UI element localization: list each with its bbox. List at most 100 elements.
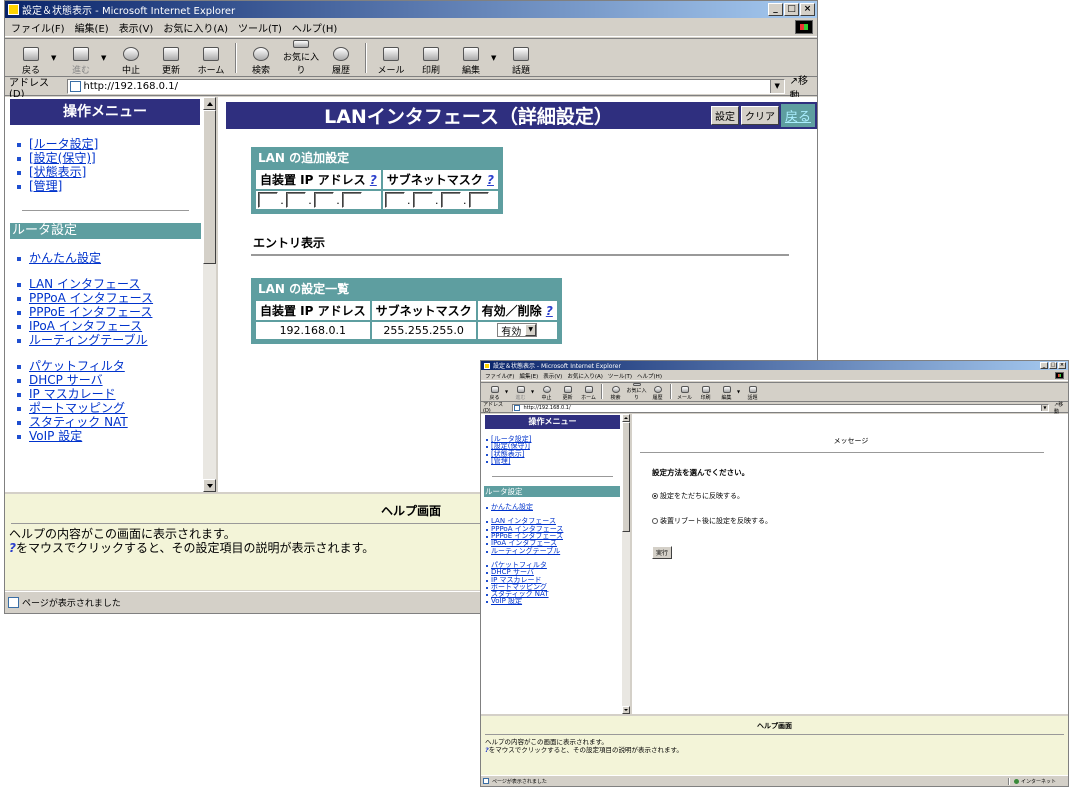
- edit-dropdown-icon[interactable]: ▼: [491, 54, 501, 62]
- menu-scrollbar[interactable]: [622, 414, 630, 714]
- link-router-settings[interactable]: [ルータ設定]: [29, 137, 98, 151]
- help-icon[interactable]: ?: [370, 173, 377, 187]
- home-icon: [203, 47, 219, 61]
- scroll-up-icon[interactable]: [622, 414, 630, 422]
- option-apply-after-reboot[interactable]: 装置リブート後に設定を反映する。: [652, 516, 772, 526]
- address-input[interactable]: http://192.168.0.1/ ▼: [512, 403, 1049, 412]
- menu-view[interactable]: 表示(V): [119, 20, 154, 35]
- scroll-down-icon[interactable]: [203, 479, 216, 492]
- menu-frame: 操作メニュー [ルータ設定] [設定(保守)] [状態表示] [管理] ルータ設…: [481, 414, 632, 714]
- menu-file[interactable]: ファイル(F): [11, 20, 65, 35]
- mail-button[interactable]: メール: [371, 40, 411, 76]
- close-button[interactable]: ×: [1058, 362, 1066, 369]
- ip-octet-2-field[interactable]: [286, 192, 306, 208]
- help-icon[interactable]: ?: [487, 173, 494, 187]
- link-voip[interactable]: VoIP 設定: [491, 597, 522, 605]
- link-ip-masquerade[interactable]: IP マスカレード: [29, 387, 116, 401]
- print-button[interactable]: 印刷: [695, 383, 716, 401]
- maximize-button[interactable]: □: [1049, 362, 1057, 369]
- menu-file[interactable]: ファイル(F): [485, 372, 514, 380]
- forward-button[interactable]: 進む: [61, 40, 101, 76]
- favorites-button[interactable]: お気に入り: [281, 40, 321, 76]
- menu-edit[interactable]: 編集(E): [75, 20, 109, 35]
- favorites-button[interactable]: お気に入り: [626, 383, 647, 401]
- link-ipoa-interface[interactable]: IPoA インタフェース: [29, 319, 142, 333]
- stop-button[interactable]: 中止: [111, 40, 151, 76]
- home-button[interactable]: ホーム: [191, 40, 231, 76]
- link-routing-table[interactable]: ルーティングテーブル: [29, 333, 148, 347]
- search-button[interactable]: 検索: [605, 383, 626, 401]
- mail-button[interactable]: メール: [674, 383, 695, 401]
- ip-octet-3-field[interactable]: [314, 192, 334, 208]
- address-dropdown-icon[interactable]: ▼: [1040, 404, 1048, 411]
- option-apply-now[interactable]: 設定をただちに反映する。: [652, 491, 744, 501]
- link-easy-setup[interactable]: かんたん設定: [29, 251, 101, 265]
- close-button[interactable]: ×: [800, 3, 815, 16]
- refresh-button[interactable]: 更新: [557, 383, 578, 401]
- link-dhcp-server[interactable]: DHCP サーバ: [29, 373, 103, 387]
- discuss-button[interactable]: 話題: [501, 40, 541, 76]
- run-button[interactable]: 実行: [652, 546, 673, 559]
- link-port-mapping[interactable]: ポートマッピング: [29, 401, 125, 415]
- link-pppoa-interface[interactable]: PPPoA インタフェース: [29, 291, 153, 305]
- clear-button[interactable]: クリア: [740, 106, 779, 125]
- history-button[interactable]: 履歴: [647, 383, 668, 401]
- back-button[interactable]: 戻る: [484, 383, 505, 401]
- back-link[interactable]: 戻る: [780, 104, 815, 127]
- search-button[interactable]: 検索: [241, 40, 281, 76]
- radio-apply-after-reboot[interactable]: [652, 518, 658, 524]
- mask-octet-3-field[interactable]: [440, 192, 461, 208]
- history-button[interactable]: 履歴: [321, 40, 361, 76]
- back-dropdown-icon[interactable]: ▼: [51, 54, 61, 62]
- scroll-down-icon[interactable]: [622, 706, 630, 714]
- refresh-button[interactable]: 更新: [151, 40, 191, 76]
- link-routing-table[interactable]: ルーティングテーブル: [491, 547, 560, 555]
- forward-button[interactable]: 進む: [510, 383, 531, 401]
- link-voip[interactable]: VoIP 設定: [29, 429, 82, 443]
- edit-button[interactable]: 編集: [716, 383, 737, 401]
- link-lan-interface[interactable]: LAN インタフェース: [29, 277, 140, 291]
- minimize-button[interactable]: _: [768, 3, 783, 16]
- link-maintenance[interactable]: [設定(保守)]: [29, 151, 96, 165]
- enable-select[interactable]: 有効 ▼: [497, 323, 538, 338]
- menu-tools[interactable]: ツール(T): [238, 20, 282, 35]
- link-status[interactable]: [状態表示]: [29, 165, 86, 179]
- menu-edit[interactable]: 編集(E): [519, 372, 538, 380]
- menu-favorites[interactable]: お気に入り(A): [567, 372, 603, 380]
- forward-dropdown-icon[interactable]: ▼: [101, 54, 111, 62]
- link-pppoe-interface[interactable]: PPPoE インタフェース: [29, 305, 152, 319]
- link-admin[interactable]: [管理]: [491, 457, 510, 465]
- set-button[interactable]: 設定: [710, 106, 739, 125]
- link-static-nat[interactable]: スタティック NAT: [29, 415, 128, 429]
- menu-view[interactable]: 表示(V): [543, 372, 562, 380]
- edit-button[interactable]: 編集: [451, 40, 491, 76]
- address-input[interactable]: http://192.168.0.1/ ▼: [66, 79, 785, 94]
- link-easy-setup[interactable]: かんたん設定: [491, 503, 533, 511]
- help-icon[interactable]: ?: [546, 304, 553, 318]
- mask-octet-4-field[interactable]: [468, 192, 489, 208]
- ip-octet-4-field[interactable]: [342, 192, 362, 208]
- minimize-button[interactable]: _: [1040, 362, 1048, 369]
- menu-tools[interactable]: ツール(T): [608, 372, 632, 380]
- menu-favorites[interactable]: お気に入り(A): [163, 20, 228, 35]
- print-button[interactable]: 印刷: [411, 40, 451, 76]
- scroll-thumb[interactable]: [622, 422, 630, 532]
- mask-octet-1-field[interactable]: [384, 192, 405, 208]
- stop-button[interactable]: 中止: [536, 383, 557, 401]
- home-button[interactable]: ホーム: [578, 383, 599, 401]
- scroll-thumb[interactable]: [203, 110, 216, 264]
- radio-apply-now[interactable]: [652, 493, 658, 499]
- address-dropdown-icon[interactable]: ▼: [769, 80, 784, 93]
- mask-octet-2-field[interactable]: [412, 192, 433, 208]
- maximize-button[interactable]: □: [784, 3, 799, 16]
- discuss-button[interactable]: 話題: [742, 383, 763, 401]
- scroll-up-icon[interactable]: [203, 97, 216, 110]
- menu-scrollbar[interactable]: [203, 97, 216, 492]
- menu-help[interactable]: ヘルプ(H): [292, 20, 337, 35]
- ip-octet-1-field[interactable]: [258, 192, 278, 208]
- link-admin[interactable]: [管理]: [29, 179, 62, 193]
- menu-help[interactable]: ヘルプ(H): [637, 372, 662, 380]
- back-button[interactable]: 戻る: [11, 40, 51, 76]
- link-packet-filter[interactable]: パケットフィルタ: [29, 359, 125, 373]
- go-button[interactable]: ↗移動: [1054, 401, 1068, 415]
